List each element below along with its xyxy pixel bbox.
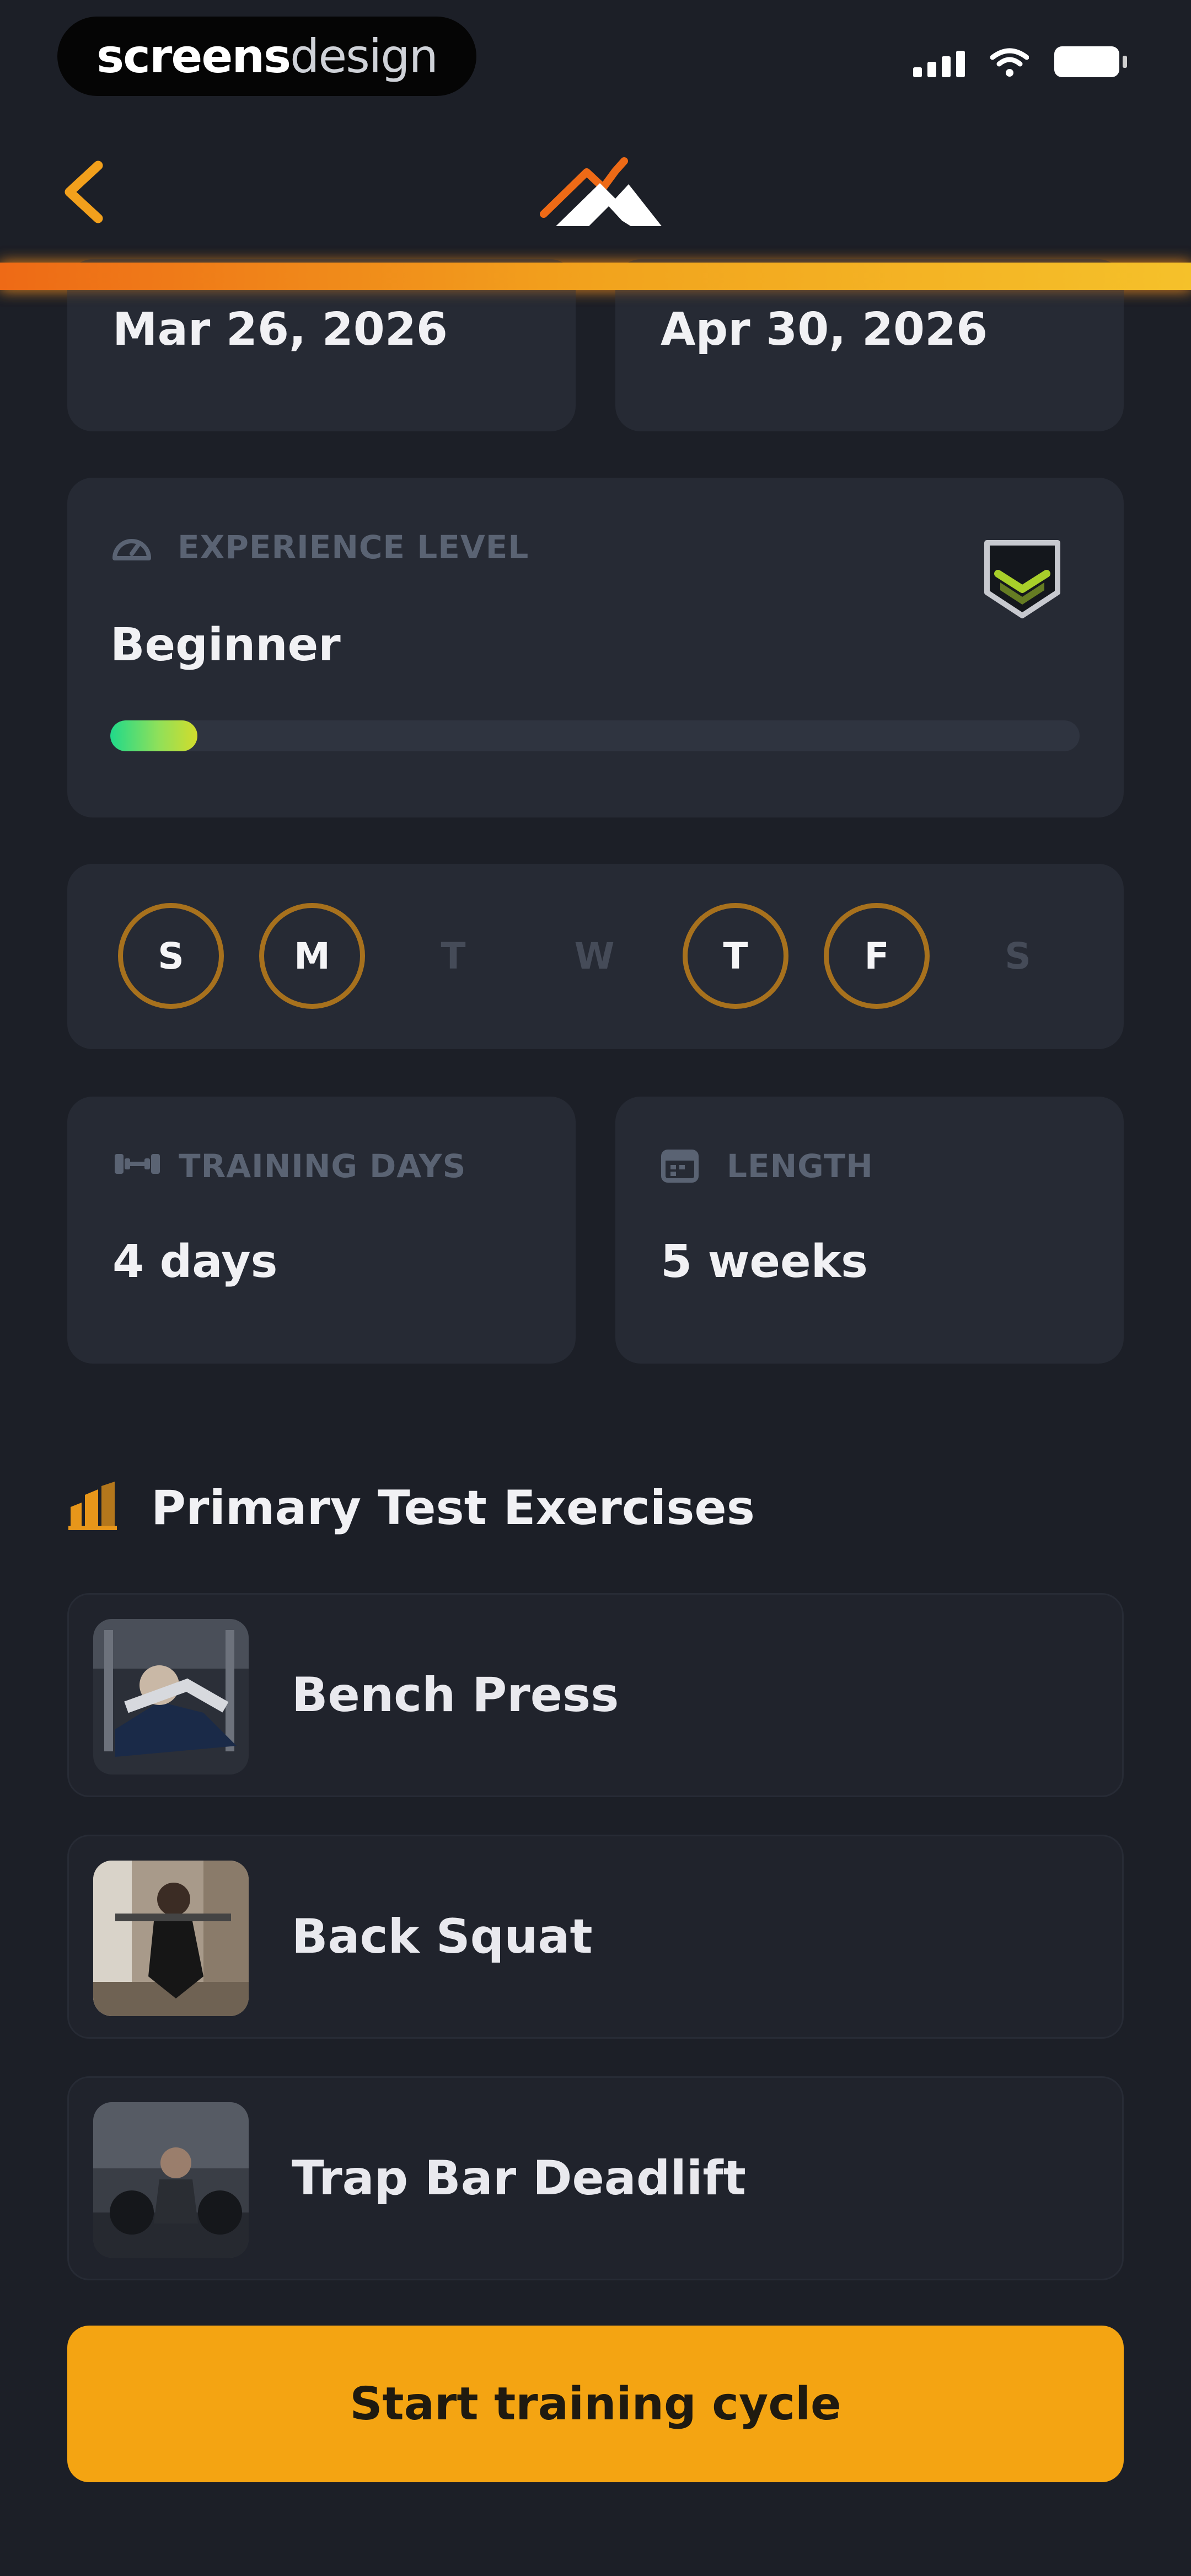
- cellular-signal-icon: [913, 51, 965, 77]
- weekday-toggle[interactable]: S: [118, 903, 224, 1009]
- exercise-thumbnail: [93, 1861, 249, 2016]
- start-training-cycle-button[interactable]: Start training cycle: [67, 2326, 1124, 2482]
- training-days-card[interactable]: TRAINING DAYS 4 days: [67, 1097, 576, 1364]
- weekday-toggle[interactable]: M: [259, 903, 365, 1009]
- calendar-icon: [661, 1150, 699, 1183]
- header-progress-bar-overlay: [0, 263, 1191, 290]
- start-date: Mar 26, 2026: [112, 303, 448, 356]
- experience-progress-track: [110, 720, 1080, 751]
- exercise-thumbnail: [93, 1619, 249, 1775]
- weight-plate-icon: [68, 1482, 117, 1530]
- brand-part2: design: [290, 29, 438, 83]
- mountain-logo-icon: [540, 157, 662, 226]
- gauge-icon: [112, 539, 151, 560]
- wifi-icon: [990, 48, 1029, 77]
- exercise-thumbnail: [93, 2102, 249, 2258]
- training-days-label: TRAINING DAYS: [179, 1147, 466, 1185]
- brand-part1: screens: [96, 29, 291, 83]
- weekday-toggle[interactable]: T: [400, 903, 506, 1009]
- rank-badge: [978, 535, 1066, 623]
- rank-shield-icon: [984, 540, 1060, 618]
- experience-level-label: EXPERIENCE LEVEL: [178, 528, 529, 566]
- weekday-toggle[interactable]: W: [541, 903, 647, 1009]
- exercise-item-back-squat[interactable]: Back Squat: [67, 1835, 1124, 2039]
- exercise-item-trap-bar-deadlift[interactable]: Trap Bar Deadlift: [67, 2076, 1124, 2280]
- experience-level-value: Beginner: [110, 619, 341, 671]
- chevron-left-icon: [65, 161, 103, 223]
- status-icons: [913, 46, 1127, 77]
- training-days-value: 4 days: [112, 1236, 278, 1288]
- exercise-name: Bench Press: [292, 1668, 619, 1723]
- length-value: 5 weeks: [661, 1236, 868, 1288]
- weekday-toggle[interactable]: T: [683, 903, 788, 1009]
- exercise-item-bench-press[interactable]: Bench Press: [67, 1593, 1124, 1797]
- exercise-name: Trap Bar Deadlift: [292, 2151, 746, 2206]
- exercise-name: Back Squat: [292, 1909, 593, 1964]
- exercises-section-title: Primary Test Exercises: [151, 1481, 755, 1536]
- weekday-toggle[interactable]: S: [965, 903, 1071, 1009]
- battery-icon: [1054, 46, 1127, 77]
- experience-progress-fill: [110, 720, 198, 751]
- length-label: LENGTH: [727, 1147, 873, 1185]
- length-card[interactable]: LENGTH 5 weeks: [615, 1097, 1124, 1364]
- weekday-toggle[interactable]: F: [824, 903, 930, 1009]
- dumbbell-icon: [115, 1154, 160, 1174]
- brand-watermark: screens design: [57, 17, 476, 96]
- end-date: Apr 30, 2026: [661, 303, 988, 356]
- back-button[interactable]: [53, 153, 114, 231]
- app-logo: [538, 149, 670, 232]
